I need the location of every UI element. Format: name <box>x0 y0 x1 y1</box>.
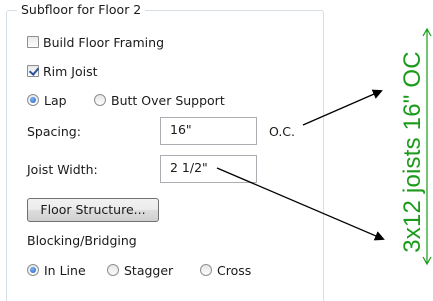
radio-button[interactable] <box>200 264 212 276</box>
build-floor-framing-label: Build Floor Framing <box>43 34 165 50</box>
floor-structure-button[interactable]: Floor Structure... <box>27 198 159 222</box>
groupbox-title: Subfloor for Floor 2 <box>17 2 146 17</box>
rim-joist-checkbox[interactable]: Rim Joist <box>27 63 98 79</box>
cross-label: Cross <box>217 262 252 278</box>
butt-over-support-radio[interactable]: Butt Over Support <box>94 92 225 108</box>
in-line-radio[interactable]: In Line <box>27 262 86 278</box>
build-floor-framing-checkbox[interactable]: Build Floor Framing <box>27 34 164 50</box>
lap-label: Lap <box>44 92 67 108</box>
radio-button[interactable] <box>107 264 119 276</box>
stagger-radio[interactable]: Stagger <box>107 262 173 278</box>
joist-width-input[interactable]: 2 1/2" <box>160 155 257 183</box>
spacing-input[interactable]: 16" <box>160 117 257 145</box>
joist-annotation-text: 3x12 joists 16" OC <box>399 51 426 253</box>
joist-annotation: 3x12 joists 16" OC <box>393 0 433 290</box>
radio-button[interactable] <box>27 264 39 276</box>
subfloor-panel: Subfloor for Floor 2 Build Floor Framing… <box>0 0 330 301</box>
spacing-suffix: O.C. <box>269 124 296 139</box>
radio-button[interactable] <box>27 94 39 106</box>
spacing-label: Spacing: <box>27 124 81 139</box>
checkbox-box[interactable] <box>27 65 39 77</box>
rim-joist-label: Rim Joist <box>43 63 98 79</box>
blocking-bridging-label: Blocking/Bridging <box>27 233 137 248</box>
stagger-label: Stagger <box>124 262 174 278</box>
joist-width-label: Joist Width: <box>27 162 98 177</box>
in-line-label: In Line <box>44 262 86 278</box>
lap-radio[interactable]: Lap <box>27 92 67 108</box>
radio-button[interactable] <box>94 94 106 106</box>
checkbox-box[interactable] <box>27 36 39 48</box>
cross-radio[interactable]: Cross <box>200 262 251 278</box>
butt-over-support-label: Butt Over Support <box>111 92 225 108</box>
